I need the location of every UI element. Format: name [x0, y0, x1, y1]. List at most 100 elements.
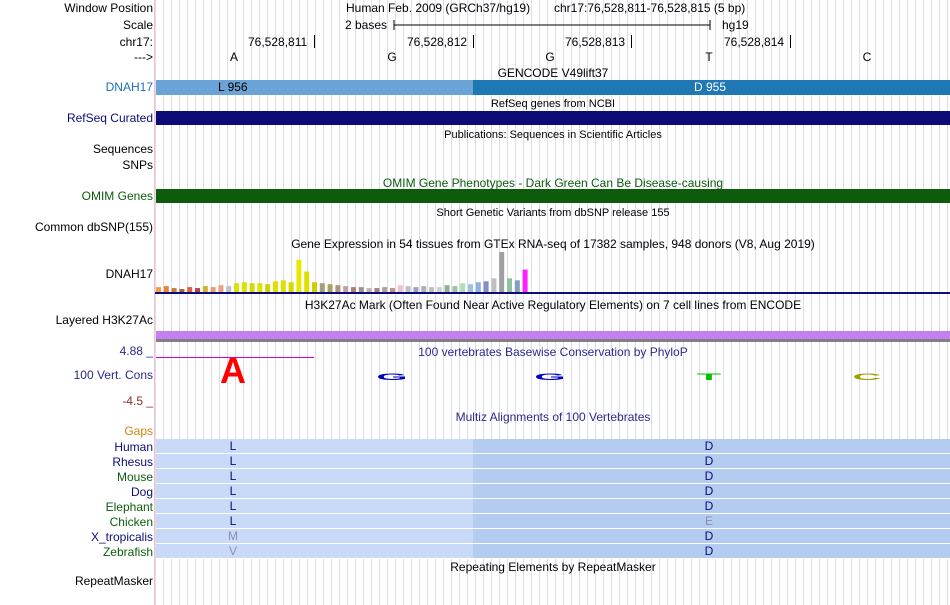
aligned-aa: M	[228, 529, 238, 543]
gtex-tissue-bar[interactable]	[288, 282, 294, 292]
gtex-tissue-bar[interactable]	[327, 284, 333, 292]
refseq-gene-bar[interactable]	[156, 111, 950, 125]
gtex-tissue-bar[interactable]	[468, 284, 473, 292]
label-gaps[interactable]: Gaps	[124, 424, 153, 438]
gtex-tissue-bar[interactable]	[171, 288, 177, 292]
gtex-tissue-bar[interactable]	[304, 271, 310, 293]
gtex-tissue-bar[interactable]	[218, 285, 224, 292]
tick-mark	[314, 35, 315, 48]
species-label[interactable]: Human	[114, 440, 153, 454]
species-label[interactable]: Zebrafish	[103, 545, 153, 559]
alignment-block[interactable]: L	[156, 454, 473, 469]
gtex-tissue-bar[interactable]	[234, 283, 239, 292]
gtex-tissue-bar[interactable]	[374, 288, 380, 292]
gtex-tissue-bar[interactable]	[312, 282, 317, 292]
alignment-block[interactable]: V	[156, 544, 473, 559]
gtex-tissue-bar[interactable]	[413, 287, 419, 292]
label-h3k27ac[interactable]: Layered H3K27Ac	[56, 313, 153, 327]
label-dbsnp[interactable]: Common dbSNP(155)	[35, 220, 153, 234]
gtex-tissue-bar[interactable]	[522, 269, 528, 292]
species-label[interactable]: Mouse	[117, 470, 153, 484]
omim-gene-bar[interactable]	[156, 189, 950, 203]
h3k27ac-signal-bar[interactable]	[156, 331, 950, 339]
species-label[interactable]: Dog	[131, 485, 153, 499]
h3k27ac-baseline	[156, 339, 950, 342]
conservation-logo[interactable]: AGGTC	[155, 356, 950, 388]
species-label[interactable]: Rhesus	[112, 455, 153, 469]
label-omim[interactable]: OMIM Genes	[82, 189, 153, 203]
gtex-tissue-bar[interactable]	[265, 284, 271, 292]
gtex-tissue-bar[interactable]	[343, 286, 349, 292]
gtex-tissue-bar[interactable]	[241, 282, 247, 292]
label-gencode-dnah17[interactable]: DNAH17	[106, 80, 153, 94]
label-gtex[interactable]: DNAH17	[106, 267, 153, 281]
gtex-tissue-bar[interactable]	[436, 287, 442, 292]
gtex-tissue-bar[interactable]	[460, 283, 466, 292]
gencode-exon-bar[interactable]: D 955	[473, 80, 950, 95]
gtex-tissue-bar[interactable]	[280, 280, 286, 292]
label-cons[interactable]: 100 Vert. Cons	[74, 368, 153, 382]
alignment-block[interactable]: D	[473, 529, 950, 544]
gtex-tissue-bar[interactable]	[421, 286, 427, 292]
gtex-tissue-bar[interactable]	[475, 282, 481, 292]
gtex-tissue-bar[interactable]	[257, 283, 263, 292]
gtex-tissue-bar[interactable]	[179, 289, 185, 292]
species-label[interactable]: X_tropicalis	[91, 530, 153, 544]
aligned-aa: D	[704, 544, 714, 558]
gtex-tissue-bar[interactable]	[366, 288, 372, 292]
alignment-block[interactable]: M	[156, 529, 473, 544]
alignment-block[interactable]: D	[473, 439, 950, 454]
alignment-block[interactable]: L	[156, 439, 473, 454]
refseq-track-title: RefSeq genes from NCBI	[490, 98, 616, 110]
gtex-tissue-bar[interactable]	[452, 286, 458, 292]
gtex-tissue-bar[interactable]	[319, 283, 325, 292]
alignment-block[interactable]: D	[473, 484, 950, 499]
alignment-block[interactable]: D	[473, 454, 950, 469]
species-label[interactable]: Chicken	[110, 515, 153, 529]
gtex-tissue-bar[interactable]	[444, 285, 450, 292]
alignment-block[interactable]: L	[156, 514, 473, 529]
tick-label: 76,528,813	[565, 35, 626, 49]
h3k27ac-track-title: H3K27Ac Mark (Often Found Near Active Re…	[304, 298, 802, 312]
gtex-tissue-bar[interactable]	[351, 287, 356, 292]
aligned-aa: L	[229, 469, 237, 483]
gtex-tissue-bar[interactable]	[405, 286, 411, 292]
gtex-tissue-bar[interactable]	[249, 283, 255, 292]
gtex-tissue-bar[interactable]	[358, 287, 364, 292]
alignment-block[interactable]: D	[473, 499, 950, 514]
alignment-block[interactable]: D	[473, 544, 950, 559]
alignment-block[interactable]: L	[156, 484, 473, 499]
gtex-tissue-bar[interactable]	[273, 281, 278, 292]
gtex-tissue-bar[interactable]	[390, 288, 395, 292]
gtex-tissue-bar[interactable]	[499, 252, 505, 292]
gtex-tissue-bar[interactable]	[491, 278, 497, 292]
gtex-tissue-bar[interactable]	[226, 286, 232, 292]
gtex-tissue-bar[interactable]	[156, 287, 161, 292]
gencode-exon-bar[interactable]: L 956	[156, 80, 473, 95]
gtex-tissue-bar[interactable]	[202, 286, 208, 292]
gtex-tissue-bar[interactable]	[163, 286, 169, 292]
label-repeatmasker[interactable]: RepeatMasker	[75, 574, 153, 588]
gtex-bar-chart[interactable]	[155, 250, 950, 296]
gtex-tissue-bar[interactable]	[429, 287, 434, 292]
label-snps[interactable]: SNPs	[122, 158, 153, 172]
alignment-block[interactable]: L	[156, 499, 473, 514]
gtex-tissue-bar[interactable]	[483, 281, 489, 292]
gtex-tissue-bar[interactable]	[195, 288, 200, 292]
alignment-block[interactable]: L	[156, 469, 473, 484]
label-refseq[interactable]: RefSeq Curated	[67, 111, 153, 125]
gtex-tissue-bar[interactable]	[507, 278, 512, 292]
gtex-tissue-bar[interactable]	[514, 280, 520, 292]
alignment-block[interactable]: E	[473, 514, 950, 529]
gtex-tissue-bar[interactable]	[382, 287, 388, 292]
label-sequences[interactable]: Sequences	[93, 142, 153, 156]
gtex-tissue-bar[interactable]	[210, 287, 216, 292]
gtex-tissue-bar[interactable]	[296, 259, 302, 292]
aligned-aa: D	[704, 454, 714, 468]
species-label[interactable]: Elephant	[106, 500, 153, 514]
alignment-block[interactable]: D	[473, 469, 950, 484]
gtex-tissue-bar[interactable]	[335, 285, 341, 292]
logo-letter: T	[697, 372, 722, 382]
gtex-tissue-bar[interactable]	[187, 287, 193, 292]
gtex-tissue-bar[interactable]	[397, 285, 403, 292]
